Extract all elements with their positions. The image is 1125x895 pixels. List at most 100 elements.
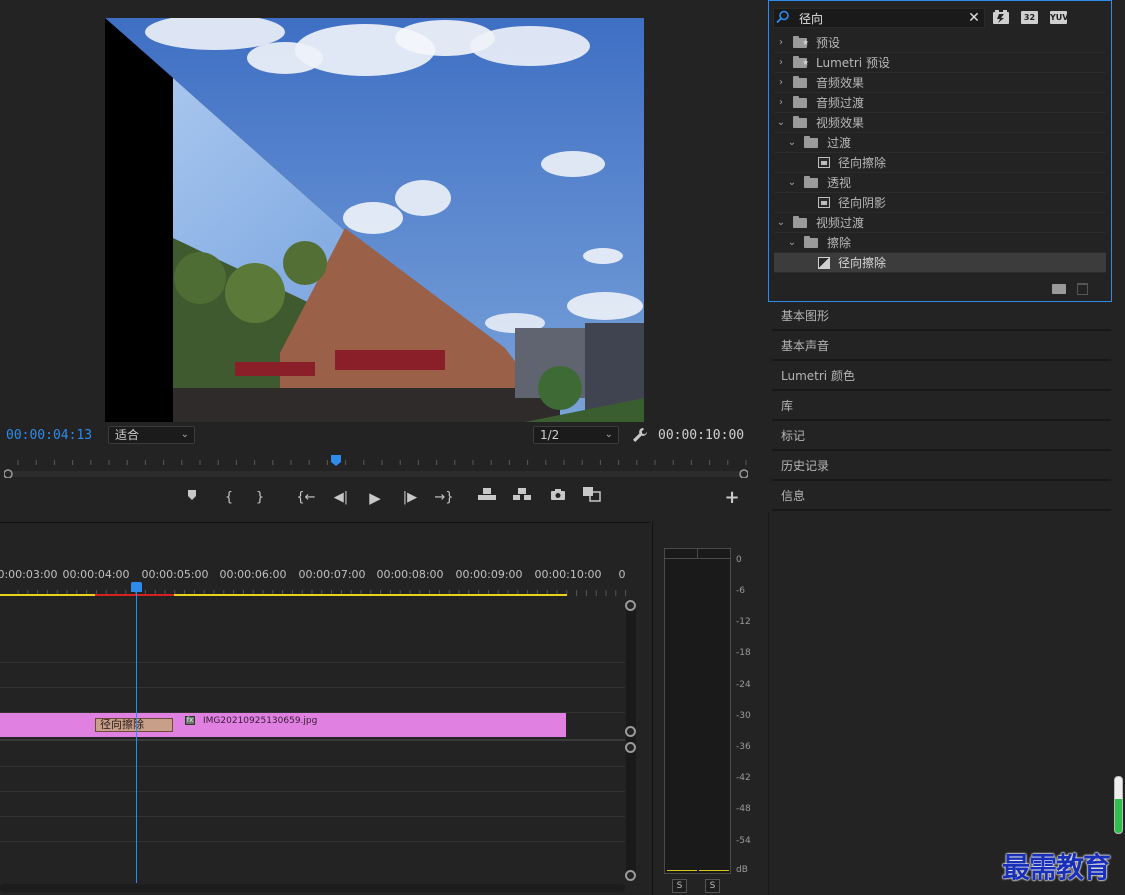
star-icon: ★ [802, 38, 810, 47]
go-to-out-button[interactable]: →} [433, 486, 455, 510]
step-back-button[interactable]: ◀| [330, 486, 352, 510]
effects-tree-item[interactable]: 径向阴影 [774, 193, 1106, 213]
step-forward-button[interactable]: |▶ [399, 486, 421, 510]
scroll-handle[interactable] [625, 742, 636, 753]
effects-tree-item[interactable]: 径向擦除 [774, 253, 1106, 273]
chevron-right-icon[interactable]: › [776, 33, 786, 53]
go-to-in-button[interactable]: {← [295, 486, 317, 510]
chevron-down-icon[interactable]: ⌄ [776, 113, 786, 133]
button-editor-button[interactable]: + [721, 486, 743, 510]
scroll-handle[interactable] [625, 600, 636, 611]
playback-resolution-select[interactable]: 1/2 ⌄ [533, 426, 619, 444]
db-label: -42 [736, 773, 751, 783]
effects-tree-label: 径向阴影 [838, 196, 887, 210]
compare-view-button[interactable] [581, 486, 603, 510]
ruler-label: 00:00:07:00 [298, 568, 366, 581]
track-divider [0, 841, 625, 842]
panel-essential-graphics[interactable]: 基本图形 [772, 302, 1111, 331]
32bit-filter-button[interactable]: 32 [1021, 11, 1038, 24]
chevron-down-icon[interactable]: ⌄ [787, 173, 797, 193]
panel-separator [768, 512, 769, 895]
chevron-down-icon[interactable]: ⌄ [787, 233, 797, 253]
effects-tree-item[interactable]: › 音频过渡 [774, 93, 1106, 113]
mark-in-button[interactable]: { [218, 486, 240, 510]
preset-folder-icon: ★ [793, 36, 809, 48]
preview-frame [105, 18, 644, 422]
db-label: dB [736, 865, 748, 875]
track-divider [0, 662, 625, 663]
effects-tree-item[interactable]: › 音频效果 [774, 73, 1106, 93]
panel-history[interactable]: 历史记录 [772, 452, 1111, 481]
effects-tree-label: Lumetri 预设 [816, 56, 890, 70]
db-label: -18 [736, 648, 751, 658]
panel-lumetri-color[interactable]: Lumetri 颜色 [772, 362, 1111, 391]
panel-libraries[interactable]: 库 [772, 392, 1111, 421]
effects-tree-label: 过渡 [827, 136, 852, 150]
trash-icon[interactable] [1077, 283, 1088, 295]
transition-icon [818, 257, 830, 269]
effects-tree-item[interactable]: 径向擦除 [774, 153, 1106, 173]
yuv-filter-button[interactable]: YUV [1050, 11, 1068, 24]
current-timecode[interactable]: 00:00:04:13 [6, 428, 92, 443]
chevron-right-icon[interactable]: › [776, 53, 786, 73]
ruler-label: 00:00:08:00 [376, 568, 444, 581]
mark-out-button[interactable]: } [249, 486, 271, 510]
chevron-down-icon[interactable]: ⌄ [787, 133, 797, 153]
solo-left-button[interactable]: S [672, 879, 687, 893]
new-bin-icon[interactable] [1052, 284, 1066, 294]
play-button[interactable]: ▶ [364, 486, 386, 510]
scroll-start-handle[interactable] [3, 469, 13, 479]
effects-tree-item[interactable]: ⌄ 视频过渡 [774, 213, 1106, 233]
timeline-ruler[interactable]: 00:00:03:00 00:00:04:00 00:00:05:00 00:0… [0, 562, 630, 596]
work-area-bar[interactable] [0, 594, 567, 596]
chevron-right-icon[interactable]: › [776, 73, 786, 93]
extract-button[interactable] [511, 486, 533, 510]
effects-tree-label: 预设 [816, 36, 841, 50]
watermark: 最需教育 [1002, 851, 1111, 884]
db-label: -24 [736, 680, 751, 690]
monitor-playhead[interactable] [331, 455, 341, 466]
effects-tree-item[interactable]: ⌄ 透视 [774, 173, 1106, 193]
db-label: 0 [736, 555, 742, 565]
panel-essential-sound[interactable]: 基本声音 [772, 332, 1111, 361]
scroll-end-handle[interactable] [739, 469, 749, 479]
chevron-right-icon[interactable]: › [776, 93, 786, 113]
video-preview[interactable] [105, 18, 644, 422]
effects-tree-item[interactable]: ⌄ 擦除 [774, 233, 1106, 253]
db-label: -48 [736, 804, 751, 814]
transition-clip[interactable]: 径向擦除 [95, 718, 173, 732]
solo-right-button[interactable]: S [705, 879, 720, 893]
chevron-down-icon: ⌄ [180, 429, 189, 440]
export-frame-button[interactable] [547, 486, 569, 510]
panel-info[interactable]: 信息 [772, 482, 1111, 511]
accelerated-effects-filter[interactable] [992, 10, 1010, 25]
effects-tree-item[interactable]: ⌄ 过渡 [774, 133, 1106, 153]
step-forward-icon: |▶ [402, 490, 418, 505]
timeline-playhead[interactable] [131, 582, 142, 592]
add-marker-button[interactable] [181, 486, 203, 510]
clear-search-icon[interactable]: ✕ [966, 9, 982, 27]
scroll-handle[interactable] [625, 726, 636, 737]
ruler-label: 00:00:10:00 [534, 568, 602, 581]
wrench-icon[interactable] [632, 427, 648, 443]
effects-tree-item[interactable]: ⌄ 视频效果 [774, 113, 1106, 133]
ruler-label: 00:00:05:00 [141, 568, 209, 581]
effects-tree-item[interactable]: › ★ 预设 [774, 33, 1106, 53]
playback-resolution-value: 1/2 [540, 428, 560, 442]
lift-button[interactable] [476, 486, 498, 510]
effects-tree-label: 径向擦除 [838, 256, 887, 270]
scroll-handle[interactable] [625, 870, 636, 881]
panel-markers[interactable]: 标记 [772, 422, 1111, 451]
timeline-vertical-scrollbar[interactable] [626, 600, 636, 880]
effects-tree-item[interactable]: › ★ Lumetri 预设 [774, 53, 1106, 73]
timeline-horizontal-scrollbar[interactable] [0, 884, 625, 892]
monitor-time-ruler[interactable] [3, 452, 749, 479]
chevron-down-icon[interactable]: ⌄ [776, 213, 786, 233]
lift-icon [478, 488, 496, 500]
preset-folder-icon: ★ [793, 56, 809, 68]
zoom-level-select[interactable]: 适合 ⌄ [108, 426, 195, 444]
db-label: -36 [736, 742, 751, 752]
effects-search-input[interactable] [799, 8, 969, 28]
db-label: -30 [736, 711, 751, 721]
ruler-label: 00:00:06:00 [219, 568, 287, 581]
